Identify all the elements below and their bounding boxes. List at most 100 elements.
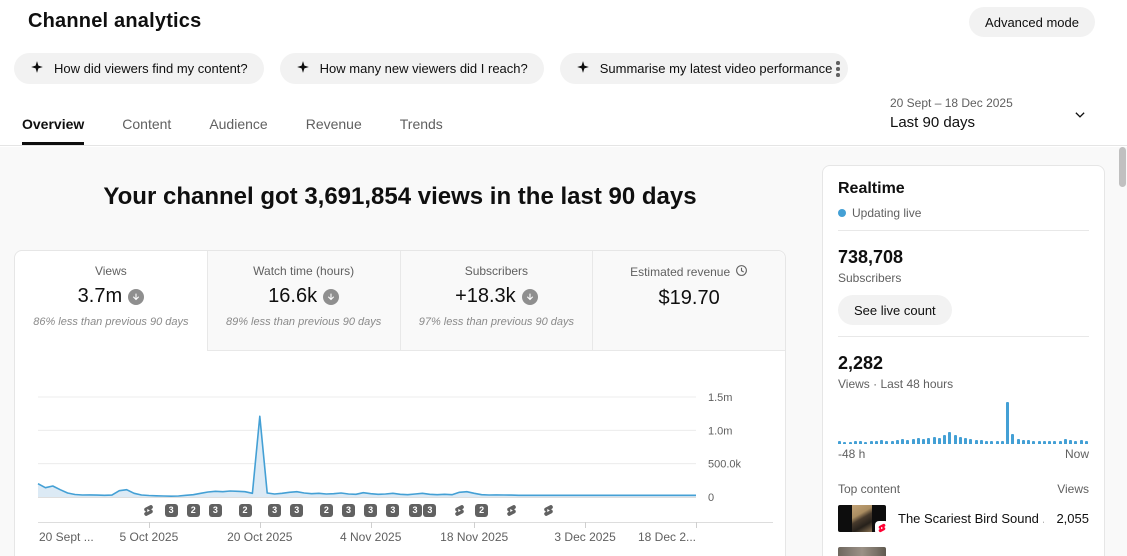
- metric-value-text: 16.6k: [268, 285, 317, 308]
- realtime-bar: [933, 437, 936, 444]
- axis-start-label: -48 h: [838, 447, 865, 461]
- video-count-badge: 3: [409, 504, 422, 517]
- top-content-title: The Scariest Bird Sound ...: [898, 511, 1044, 526]
- metric-card-views[interactable]: Views3.7m86% less than previous 90 days: [15, 251, 207, 351]
- video-count-badge: 2: [320, 504, 333, 517]
- x-axis-tick: [371, 522, 372, 528]
- video-upload-marker[interactable]: 3: [268, 504, 281, 517]
- metric-label-text: Views: [95, 264, 127, 278]
- metric-card-estimated-revenue[interactable]: Estimated revenue $19.70: [592, 251, 785, 351]
- video-upload-marker[interactable]: 3: [386, 504, 399, 517]
- realtime-bar: [1022, 440, 1025, 444]
- date-range-picker[interactable]: 20 Sept – 18 Dec 2025 Last 90 days: [890, 96, 1013, 131]
- realtime-bar: [1038, 441, 1041, 444]
- scrollbar-thumb[interactable]: [1119, 147, 1126, 187]
- shorts-upload-marker[interactable]: [542, 504, 555, 517]
- x-axis-label: 5 Oct 2025: [120, 530, 179, 544]
- realtime-title: Realtime: [838, 180, 905, 198]
- tab-content[interactable]: Content: [122, 116, 171, 145]
- video-upload-marker[interactable]: 2: [320, 504, 333, 517]
- video-upload-marker[interactable]: 3: [290, 504, 303, 517]
- realtime-axis-labels: -48 h Now: [838, 447, 1089, 461]
- video-upload-marker[interactable]: 2: [187, 504, 200, 517]
- realtime-bar: [849, 442, 852, 444]
- video-upload-marker[interactable]: 3: [409, 504, 422, 517]
- video-upload-marker[interactable]: 3: [364, 504, 377, 517]
- metric-label-text: Subscribers: [465, 264, 528, 278]
- realtime-bar: [1080, 440, 1083, 444]
- svg-text:0: 0: [708, 492, 714, 504]
- shorts-upload-marker[interactable]: [453, 504, 466, 517]
- top-content-header: Top content Views: [838, 482, 1089, 496]
- realtime-status: Updating live: [838, 206, 921, 220]
- x-axis-tick: [474, 522, 475, 528]
- chevron-down-icon[interactable]: [1071, 106, 1089, 129]
- suggestion-chip-1[interactable]: How did viewers find my content?: [14, 53, 264, 84]
- video-thumbnail: [838, 505, 886, 532]
- shorts-icon: [542, 504, 555, 521]
- video-upload-marker[interactable]: 3: [342, 504, 355, 517]
- suggestion-chip-3[interactable]: Summarise my latest video performance: [560, 53, 849, 84]
- shorts-upload-marker[interactable]: [505, 504, 518, 517]
- x-axis-label: 18 Dec 2...: [638, 530, 696, 544]
- metric-label: Views: [15, 264, 207, 278]
- x-axis-label: 18 Nov 2025: [440, 530, 508, 544]
- sparkle-icon: [30, 60, 44, 77]
- content-area: Your channel got 3,691,854 views in the …: [0, 147, 1127, 556]
- realtime-bar: [859, 441, 862, 444]
- video-count-badge: 3: [423, 504, 436, 517]
- video-upload-marker[interactable]: 2: [239, 504, 252, 517]
- tab-revenue[interactable]: Revenue: [306, 116, 362, 145]
- x-axis-tick: [149, 522, 150, 528]
- realtime-bar: [1064, 439, 1067, 444]
- trend-down-icon: [128, 289, 144, 305]
- shorts-badge-icon: [875, 521, 889, 535]
- views-headline: Your channel got 3,691,854 views in the …: [14, 183, 786, 211]
- see-live-count-button[interactable]: See live count: [838, 295, 952, 325]
- realtime-bar: [1085, 441, 1088, 444]
- video-count-badge: 3: [342, 504, 355, 517]
- metric-card-watch-time-hours-[interactable]: Watch time (hours)16.6k89% less than pre…: [207, 251, 400, 351]
- top-content-row[interactable]: The Scariest Bird Sound ... 2,055: [838, 505, 1089, 532]
- realtime-bar: [1001, 441, 1004, 444]
- realtime-bar: [875, 441, 878, 444]
- divider: [838, 336, 1089, 337]
- views-column-label: Views: [1057, 482, 1089, 496]
- realtime-bar: [1043, 441, 1046, 444]
- tab-trends[interactable]: Trends: [400, 116, 443, 145]
- realtime-bar: [1006, 402, 1009, 444]
- realtime-views-count: 2,282: [838, 353, 883, 374]
- video-thumbnail[interactable]: [838, 547, 886, 556]
- realtime-bar: [985, 441, 988, 444]
- realtime-bar: [996, 441, 999, 444]
- suggestion-chip-2[interactable]: How many new viewers did I reach?: [280, 53, 544, 84]
- views-line-chart[interactable]: 1.5m1.0m500.0k0 3232332333332 20 Sept ..…: [15, 381, 785, 556]
- video-upload-marker[interactable]: 3: [209, 504, 222, 517]
- metric-value: $19.70: [593, 287, 785, 310]
- shorts-upload-marker[interactable]: [142, 504, 155, 517]
- metric-label-text: Estimated revenue: [630, 265, 730, 279]
- metric-delta: 86% less than previous 90 days: [15, 316, 207, 328]
- video-count-badge: 3: [209, 504, 222, 517]
- page-title: Channel analytics: [28, 10, 201, 33]
- realtime-bar: [954, 435, 957, 445]
- tab-audience[interactable]: Audience: [209, 116, 267, 145]
- video-count-badge: 3: [290, 504, 303, 517]
- trend-down-icon: [323, 289, 339, 305]
- x-axis-label: 3 Dec 2025: [554, 530, 615, 544]
- realtime-bar-chart[interactable]: [838, 398, 1088, 444]
- video-upload-marker[interactable]: 3: [423, 504, 436, 517]
- realtime-views-label: Views · Last 48 hours: [838, 377, 953, 391]
- sparkle-icon: [296, 60, 310, 77]
- advanced-mode-button[interactable]: Advanced mode: [969, 7, 1095, 37]
- tab-overview[interactable]: Overview: [22, 116, 84, 145]
- ai-suggestion-chips: How did viewers find my content? How many…: [14, 53, 848, 84]
- realtime-subscriber-count: 738,708: [838, 247, 903, 268]
- metric-card-subscribers[interactable]: Subscribers+18.3k97% less than previous …: [400, 251, 593, 351]
- clock-icon: [735, 264, 748, 280]
- video-upload-marker[interactable]: 2: [475, 504, 488, 517]
- video-upload-marker[interactable]: 3: [165, 504, 178, 517]
- svg-text:1.5m: 1.5m: [708, 392, 732, 404]
- more-options-kebab-icon[interactable]: [831, 58, 845, 80]
- top-content-label: Top content: [838, 482, 900, 496]
